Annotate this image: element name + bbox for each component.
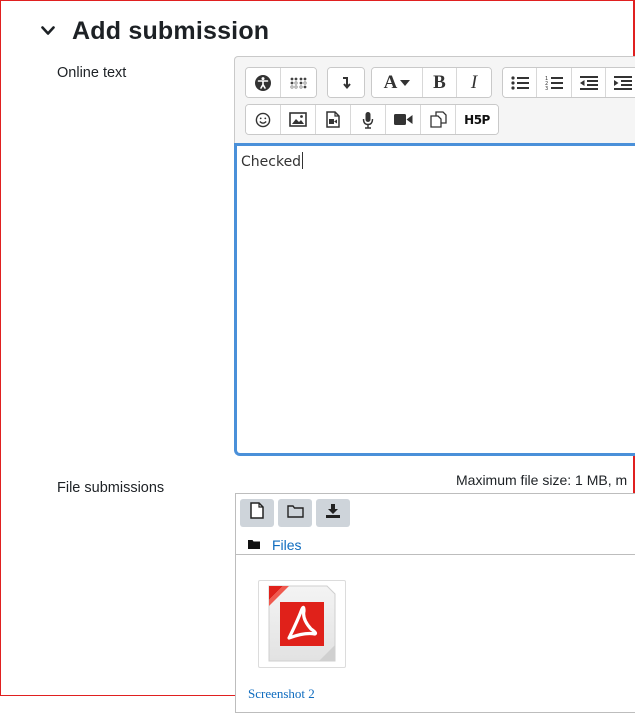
outdent-icon (579, 75, 598, 90)
file-manager-divider (236, 554, 635, 555)
ordered-list-button[interactable]: 123 (537, 68, 572, 97)
outdent-button[interactable] (572, 68, 606, 97)
online-text-value: Checked (241, 154, 302, 170)
editor-toolbar: A B I 123 H5P (234, 56, 635, 143)
create-folder-button[interactable] (278, 499, 312, 527)
record-video-icon (393, 113, 413, 126)
indent-icon (614, 75, 632, 90)
folder-icon (248, 536, 260, 554)
screen-reader-helper-icon (289, 76, 309, 90)
h5p-button[interactable]: H5P (456, 105, 498, 134)
bold-button[interactable]: B (423, 68, 457, 97)
h5p-icon: H5P (464, 112, 490, 127)
manage-files-icon (429, 111, 447, 128)
pdf-file-icon (259, 585, 345, 671)
show-more-button[interactable] (328, 68, 364, 97)
italic-button[interactable]: I (457, 68, 491, 97)
indent-button[interactable] (606, 68, 635, 97)
unordered-list-button[interactable] (503, 68, 537, 97)
file-thumbnail[interactable] (258, 580, 346, 668)
toolbar-group-style: A B I (371, 67, 492, 98)
file-manager: Files Screenshot 2 (235, 493, 635, 713)
section-header[interactable]: Add submission (38, 14, 269, 48)
emoji-button[interactable] (246, 105, 281, 134)
create-folder-icon (286, 504, 304, 523)
file-submissions-label: File submissions (57, 480, 165, 496)
max-file-size-text: Maximum file size: 1 MB, m (456, 472, 628, 488)
toolbar-group-insert: H5P (245, 104, 499, 135)
ordered-list-icon: 123 (545, 75, 563, 91)
font-style-button[interactable]: A (372, 68, 423, 97)
record-audio-icon (362, 111, 374, 129)
download-button[interactable] (316, 499, 350, 527)
show-more-icon (340, 76, 352, 90)
accessibility-checker-button[interactable] (246, 68, 281, 97)
record-video-button[interactable] (386, 105, 421, 134)
files-path-link[interactable]: Files (272, 537, 302, 553)
manage-files-button[interactable] (421, 105, 456, 134)
bold-icon: B (433, 71, 446, 93)
unordered-list-icon (510, 75, 529, 90)
download-icon (325, 503, 341, 524)
add-file-button[interactable] (240, 499, 274, 527)
toolbar-group-more (327, 67, 365, 98)
online-text-editor: A B I 123 H5P Checked (234, 56, 635, 456)
file-path-breadcrumb: Files (248, 536, 302, 554)
section-title: Add submission (72, 16, 270, 45)
chevron-down-icon[interactable] (38, 21, 58, 41)
record-audio-button[interactable] (351, 105, 386, 134)
accessibility-checker-icon (254, 74, 272, 92)
media-button[interactable] (316, 105, 351, 134)
emoji-icon (255, 112, 271, 128)
add-file-icon (250, 502, 264, 524)
image-button[interactable] (281, 105, 316, 134)
text-caret (302, 152, 304, 169)
toolbar-group-lists: 123 (502, 67, 635, 98)
screen-reader-helper-button[interactable] (281, 68, 316, 97)
toolbar-group-accessibility (245, 67, 317, 98)
media-icon (326, 111, 340, 128)
file-manager-toolbar (240, 499, 350, 527)
svg-text:3: 3 (545, 86, 548, 91)
online-text-content[interactable]: Checked (234, 143, 635, 456)
font-style-icon: A (383, 71, 398, 93)
image-icon (289, 112, 307, 127)
online-text-label: Online text (57, 65, 127, 81)
file-name[interactable]: Screenshot 2 (248, 686, 315, 702)
italic-icon: I (470, 71, 478, 93)
